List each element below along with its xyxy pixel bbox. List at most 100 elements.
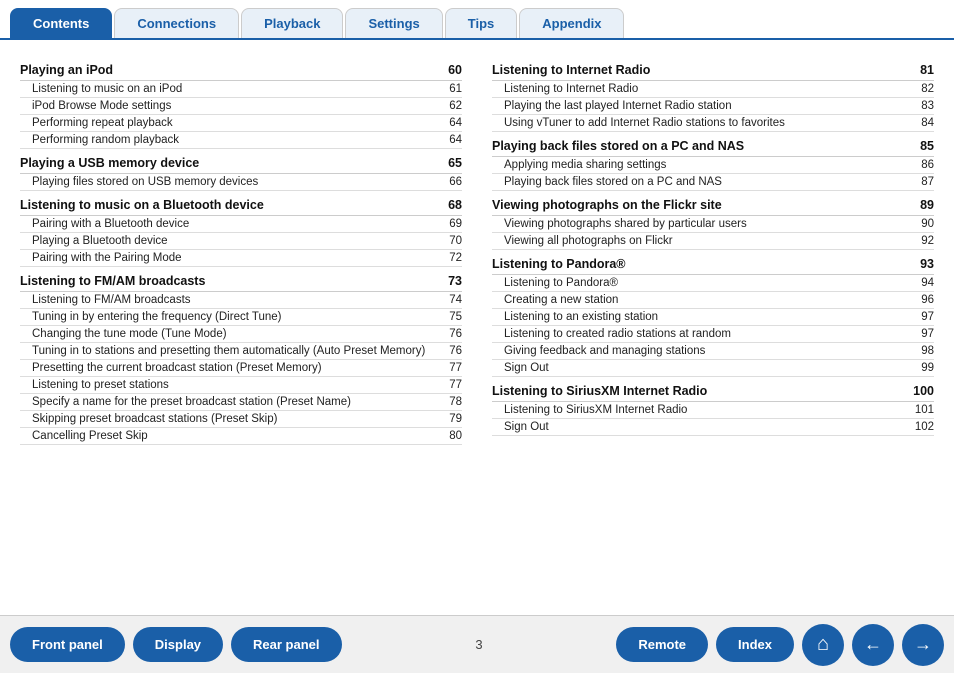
toc-entry[interactable]: Pairing with the Pairing Mode72: [20, 250, 462, 267]
back-button[interactable]: ←: [852, 624, 894, 666]
section-title: Listening to Pandora®93: [492, 254, 934, 275]
toc-entry[interactable]: Pairing with a Bluetooth device69: [20, 216, 462, 233]
entry-text: Listening to preset stations: [32, 379, 432, 391]
entry-text: Playing files stored on USB memory devic…: [32, 176, 432, 188]
toc-entry[interactable]: Listening to SiriusXM Internet Radio101: [492, 402, 934, 419]
entry-page-num: 77: [432, 362, 462, 374]
toc-entry[interactable]: Listening to Internet Radio82: [492, 81, 934, 98]
entry-page-num: 78: [432, 396, 462, 408]
entry-text: Tuning in to stations and presetting the…: [32, 345, 432, 357]
entry-text: Playing a Bluetooth device: [32, 235, 432, 247]
toc-entry[interactable]: Playing the last played Internet Radio s…: [492, 98, 934, 115]
entry-text: Using vTuner to add Internet Radio stati…: [504, 117, 904, 129]
toc-entry[interactable]: Listening to created radio stations at r…: [492, 326, 934, 343]
entry-page-num: 87: [904, 176, 934, 188]
toc-entry[interactable]: Using vTuner to add Internet Radio stati…: [492, 115, 934, 132]
toc-entry[interactable]: Tuning in by entering the frequency (Dir…: [20, 309, 462, 326]
home-button[interactable]: ⌂: [802, 624, 844, 666]
entry-text: Presetting the current broadcast station…: [32, 362, 432, 374]
toc-entry[interactable]: Specify a name for the preset broadcast …: [20, 394, 462, 411]
section-title: Playing an iPod60: [20, 60, 462, 81]
toc-entry[interactable]: Listening to Pandora®94: [492, 275, 934, 292]
tab-playback[interactable]: Playback: [241, 8, 343, 38]
toc-entry[interactable]: Listening to FM/AM broadcasts74: [20, 292, 462, 309]
toc-entry[interactable]: Performing random playback64: [20, 132, 462, 149]
tab-settings[interactable]: Settings: [345, 8, 442, 38]
toc-entry[interactable]: Playing back files stored on a PC and NA…: [492, 174, 934, 191]
toc-entry[interactable]: Changing the tune mode (Tune Mode)76: [20, 326, 462, 343]
entry-page-num: 86: [904, 159, 934, 171]
forward-button[interactable]: →: [902, 624, 944, 666]
section-title-text: Playing a USB memory device: [20, 156, 199, 170]
tab-contents[interactable]: Contents: [10, 8, 112, 38]
entry-text: Creating a new station: [504, 294, 904, 306]
toc-entry[interactable]: Viewing photographs shared by particular…: [492, 216, 934, 233]
rear-panel-button[interactable]: Rear panel: [231, 627, 341, 662]
toc-entry[interactable]: Performing repeat playback64: [20, 115, 462, 132]
section-title-text: Playing back files stored on a PC and NA…: [492, 139, 744, 153]
entry-text: Listening to music on an iPod: [32, 83, 432, 95]
section-page-num: 85: [904, 139, 934, 153]
toc-entry[interactable]: Skipping preset broadcast stations (Pres…: [20, 411, 462, 428]
front-panel-button[interactable]: Front panel: [10, 627, 125, 662]
tab-connections[interactable]: Connections: [114, 8, 239, 38]
toc-entry[interactable]: iPod Browse Mode settings62: [20, 98, 462, 115]
toc-entry[interactable]: Playing files stored on USB memory devic…: [20, 174, 462, 191]
bottom-nav-right: Remote Index ⌂ ← →: [616, 624, 944, 666]
toc-entry[interactable]: Applying media sharing settings86: [492, 157, 934, 174]
section-page-num: 93: [904, 257, 934, 271]
entry-page-num: 77: [432, 379, 462, 391]
tab-appendix[interactable]: Appendix: [519, 8, 624, 38]
toc-entry[interactable]: Sign Out102: [492, 419, 934, 436]
toc-entry[interactable]: Sign Out99: [492, 360, 934, 377]
home-icon: ⌂: [817, 633, 829, 656]
top-nav: Contents Connections Playback Settings T…: [0, 0, 954, 38]
entry-text: Listening to Internet Radio: [504, 83, 904, 95]
entry-text: Performing repeat playback: [32, 117, 432, 129]
remote-button[interactable]: Remote: [616, 627, 708, 662]
section-page-num: 100: [904, 384, 934, 398]
toc-entry[interactable]: Presetting the current broadcast station…: [20, 360, 462, 377]
toc-entry[interactable]: Listening to an existing station97: [492, 309, 934, 326]
entry-text: Specify a name for the preset broadcast …: [32, 396, 432, 408]
tab-tips[interactable]: Tips: [445, 8, 518, 38]
toc-entry[interactable]: Listening to preset stations77: [20, 377, 462, 394]
entry-page-num: 62: [432, 100, 462, 112]
back-arrow-icon: ←: [864, 634, 882, 655]
entry-text: Sign Out: [504, 362, 904, 374]
entry-page-num: 97: [904, 311, 934, 323]
entry-page-num: 84: [904, 117, 934, 129]
display-button[interactable]: Display: [133, 627, 223, 662]
entry-text: Tuning in by entering the frequency (Dir…: [32, 311, 432, 323]
entry-page-num: 83: [904, 100, 934, 112]
entry-page-num: 97: [904, 328, 934, 340]
entry-page-num: 76: [432, 345, 462, 357]
left-column: Playing an iPod60Listening to music on a…: [20, 56, 462, 445]
entry-page-num: 76: [432, 328, 462, 340]
entry-text: Performing random playback: [32, 134, 432, 146]
toc-entry[interactable]: Viewing all photographs on Flickr92: [492, 233, 934, 250]
content-area: Playing an iPod60Listening to music on a…: [0, 38, 954, 455]
entry-text: Pairing with a Bluetooth device: [32, 218, 432, 230]
section-title: Listening to Internet Radio81: [492, 60, 934, 81]
entry-page-num: 72: [432, 252, 462, 264]
index-button[interactable]: Index: [716, 627, 794, 662]
toc-entry[interactable]: Giving feedback and managing stations98: [492, 343, 934, 360]
entry-page-num: 74: [432, 294, 462, 306]
entry-text: Viewing photographs shared by particular…: [504, 218, 904, 230]
entry-page-num: 69: [432, 218, 462, 230]
entry-page-num: 99: [904, 362, 934, 374]
section-title-text: Viewing photographs on the Flickr site: [492, 198, 722, 212]
toc-entry[interactable]: Playing a Bluetooth device70: [20, 233, 462, 250]
page-wrapper: Contents Connections Playback Settings T…: [0, 0, 954, 673]
section-title-text: Playing an iPod: [20, 63, 113, 77]
toc-entry[interactable]: Tuning in to stations and presetting the…: [20, 343, 462, 360]
entry-text: Listening to an existing station: [504, 311, 904, 323]
entry-text: Playing back files stored on a PC and NA…: [504, 176, 904, 188]
toc-entry[interactable]: Cancelling Preset Skip80: [20, 428, 462, 445]
toc-entry[interactable]: Listening to music on an iPod61: [20, 81, 462, 98]
entry-text: Listening to SiriusXM Internet Radio: [504, 404, 904, 416]
entry-page-num: 64: [432, 117, 462, 129]
toc-entry[interactable]: Creating a new station96: [492, 292, 934, 309]
section-title: Playing a USB memory device65: [20, 153, 462, 174]
